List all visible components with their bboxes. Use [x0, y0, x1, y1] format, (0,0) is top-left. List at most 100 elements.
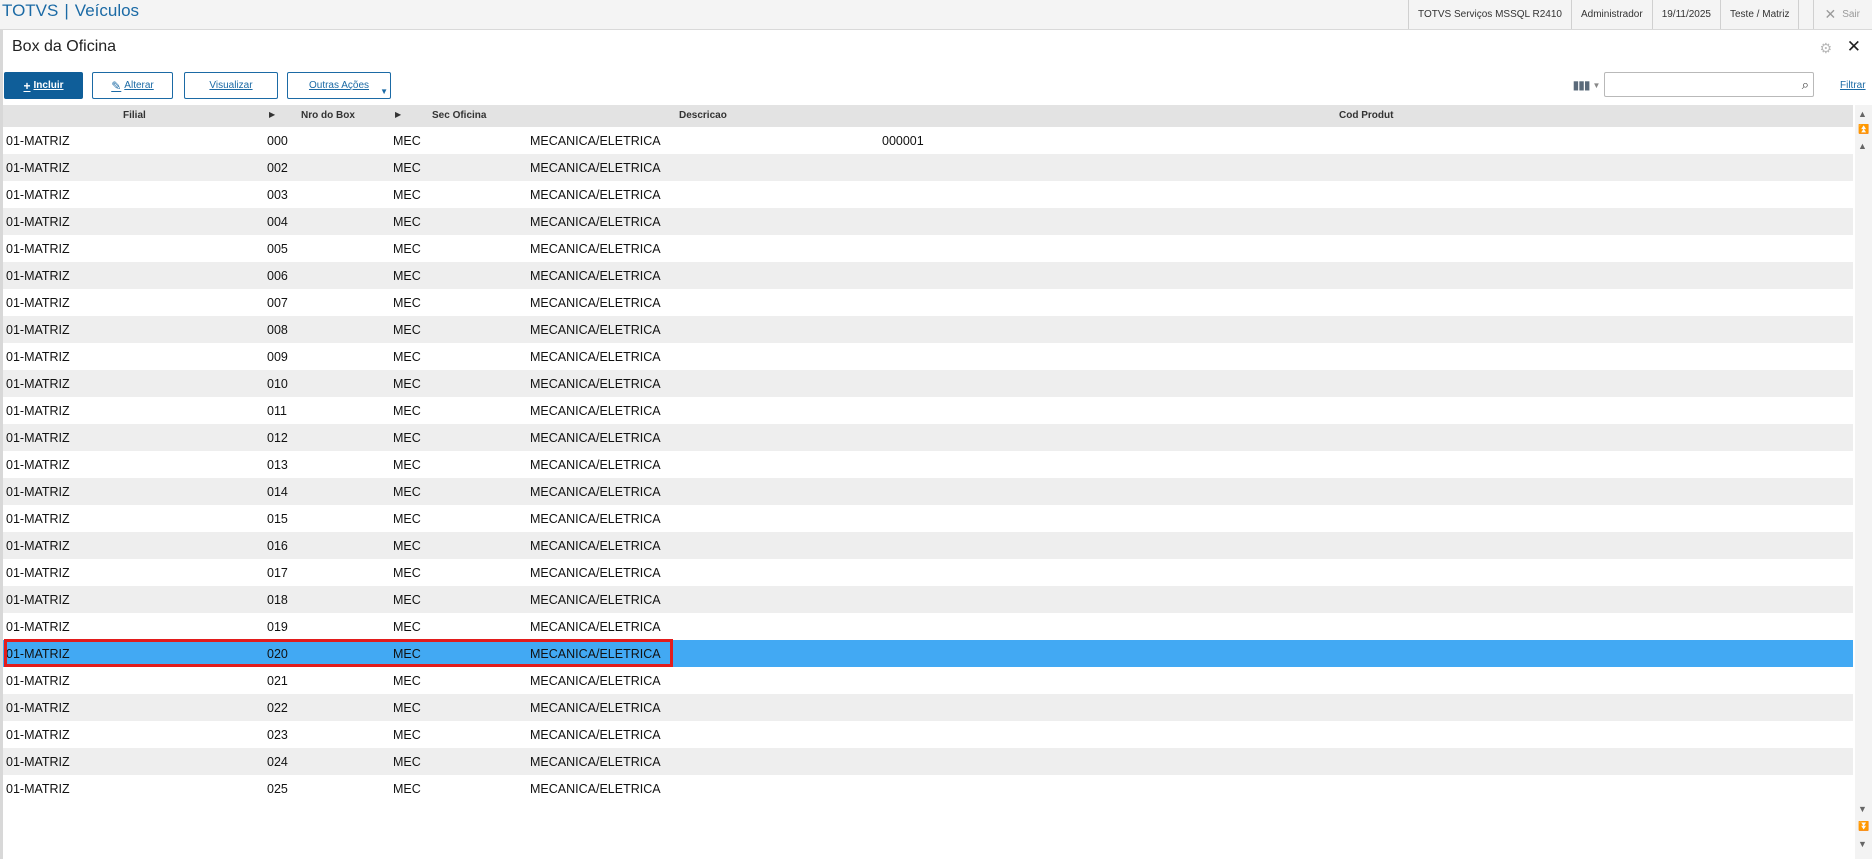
- cell-descricao: MECANICA/ELETRICA: [530, 323, 661, 337]
- table-row[interactable]: 01-MATRIZ 013 MEC MECANICA/ELETRICA: [3, 451, 1853, 478]
- column-header-descricao[interactable]: Descricao: [679, 110, 727, 121]
- cell-nro-box: 015: [267, 512, 288, 526]
- table-row[interactable]: 01-MATRIZ 007 MEC MECANICA/ELETRICA: [3, 289, 1853, 316]
- cell-nro-box: 008: [267, 323, 288, 337]
- table-row[interactable]: 01-MATRIZ 015 MEC MECANICA/ELETRICA: [3, 505, 1853, 532]
- table-row[interactable]: 01-MATRIZ 018 MEC MECANICA/ELETRICA: [3, 586, 1853, 613]
- cell-filial: 01-MATRIZ: [6, 566, 70, 580]
- filtrar-link[interactable]: Filtrar: [1840, 80, 1866, 91]
- column-header-sec-oficina[interactable]: Sec Oficina: [432, 110, 486, 121]
- cell-descricao: MECANICA/ELETRICA: [530, 674, 661, 688]
- module-name: Veículos: [74, 1, 140, 20]
- scroll-down-icon[interactable]: ▼: [1858, 804, 1867, 814]
- cell-sec-oficina: MEC: [393, 512, 421, 526]
- cell-descricao: MECANICA/ELETRICA: [530, 485, 661, 499]
- incluir-button[interactable]: + Incluir: [4, 72, 83, 99]
- sort-arrow-icon[interactable]: ▶: [395, 110, 401, 119]
- column-header-filial[interactable]: Filial: [123, 110, 146, 121]
- column-header-cod-produt[interactable]: Cod Produt: [1339, 110, 1393, 121]
- alterar-button[interactable]: ✎ Alterar: [92, 72, 173, 99]
- cell-nro-box: 019: [267, 620, 288, 634]
- scroll-up-icon[interactable]: ▲: [1858, 141, 1867, 151]
- table-row[interactable]: 01-MATRIZ 020 MEC MECANICA/ELETRICA: [3, 640, 1853, 667]
- table-row[interactable]: 01-MATRIZ 025 MEC MECANICA/ELETRICA: [3, 775, 1853, 802]
- table-row[interactable]: 01-MATRIZ 017 MEC MECANICA/ELETRICA: [3, 559, 1853, 586]
- scroll-bottom-icon[interactable]: ▼: [1858, 839, 1867, 849]
- scroll-page-down-icon[interactable]: ⏬: [1858, 821, 1869, 832]
- table-row[interactable]: 01-MATRIZ 023 MEC MECANICA/ELETRICA: [3, 721, 1853, 748]
- cell-sec-oficina: MEC: [393, 458, 421, 472]
- cell-sec-oficina: MEC: [393, 188, 421, 202]
- date-label[interactable]: 19/11/2025: [1651, 0, 1720, 29]
- cell-filial: 01-MATRIZ: [6, 755, 70, 769]
- sort-arrow-icon[interactable]: ▶: [269, 110, 275, 119]
- company-label[interactable]: Teste / Matriz: [1720, 0, 1798, 29]
- close-icon[interactable]: ✕: [1847, 37, 1861, 57]
- cell-descricao: MECANICA/ELETRICA: [530, 566, 661, 580]
- table-row[interactable]: 01-MATRIZ 016 MEC MECANICA/ELETRICA: [3, 532, 1853, 559]
- scroll-page-up-icon[interactable]: ⏫: [1858, 124, 1869, 135]
- search-input[interactable]: [1609, 74, 1793, 97]
- grid-body: 01-MATRIZ 000 MEC MECANICA/ELETRICA 000001 01…: [3, 127, 1853, 802]
- columns-toggle[interactable]: ▮▮▮ ▼: [1569, 74, 1604, 96]
- scroll-top-icon[interactable]: ▲: [1858, 109, 1867, 119]
- cell-descricao: MECANICA/ELETRICA: [530, 701, 661, 715]
- cell-descricao: MECANICA/ELETRICA: [530, 431, 661, 445]
- column-header-nro-box[interactable]: Nro do Box: [301, 110, 355, 121]
- table-row[interactable]: 01-MATRIZ 022 MEC MECANICA/ELETRICA: [3, 694, 1853, 721]
- session-info: TOTVS Serviços MSSQL R2410 Administrador…: [1408, 0, 1872, 29]
- cell-descricao: MECANICA/ELETRICA: [530, 620, 661, 634]
- cell-filial: 01-MATRIZ: [6, 296, 70, 310]
- table-row[interactable]: 01-MATRIZ 002 MEC MECANICA/ELETRICA: [3, 154, 1853, 181]
- table-row[interactable]: 01-MATRIZ 008 MEC MECANICA/ELETRICA: [3, 316, 1853, 343]
- cell-nro-box: 002: [267, 161, 288, 175]
- cell-filial: 01-MATRIZ: [6, 593, 70, 607]
- brand-name: TOTVS: [2, 1, 59, 20]
- cell-nro-box: 020: [267, 647, 288, 661]
- table-row[interactable]: 01-MATRIZ 006 MEC MECANICA/ELETRICA: [3, 262, 1853, 289]
- cell-sec-oficina: MEC: [393, 755, 421, 769]
- cell-nro-box: 018: [267, 593, 288, 607]
- incluir-label: Incluir: [33, 80, 64, 91]
- cell-descricao: MECANICA/ELETRICA: [530, 242, 661, 256]
- search-icon[interactable]: ⌕: [1802, 77, 1809, 93]
- table-row[interactable]: 01-MATRIZ 010 MEC MECANICA/ELETRICA: [3, 370, 1853, 397]
- grid-header: Filial ▶ Nro do Box ▶ Sec Oficina Descri…: [3, 105, 1853, 127]
- table-row[interactable]: 01-MATRIZ 014 MEC MECANICA/ELETRICA: [3, 478, 1853, 505]
- table-row[interactable]: 01-MATRIZ 005 MEC MECANICA/ELETRICA: [3, 235, 1853, 262]
- table-row[interactable]: 01-MATRIZ 003 MEC MECANICA/ELETRICA: [3, 181, 1853, 208]
- gear-icon[interactable]: ⚙: [1819, 40, 1832, 57]
- cell-filial: 01-MATRIZ: [6, 431, 70, 445]
- cell-descricao: MECANICA/ELETRICA: [530, 539, 661, 553]
- cell-nro-box: 007: [267, 296, 288, 310]
- table-row[interactable]: 01-MATRIZ 021 MEC MECANICA/ELETRICA: [3, 667, 1853, 694]
- plus-icon: +: [23, 78, 31, 93]
- cell-filial: 01-MATRIZ: [6, 485, 70, 499]
- cell-descricao: MECANICA/ELETRICA: [530, 188, 661, 202]
- cell-sec-oficina: MEC: [393, 782, 421, 796]
- table-row[interactable]: 01-MATRIZ 024 MEC MECANICA/ELETRICA: [3, 748, 1853, 775]
- cell-filial: 01-MATRIZ: [6, 269, 70, 283]
- table-row[interactable]: 01-MATRIZ 011 MEC MECANICA/ELETRICA: [3, 397, 1853, 424]
- table-row[interactable]: 01-MATRIZ 009 MEC MECANICA/ELETRICA: [3, 343, 1853, 370]
- title-separator: |: [64, 1, 69, 20]
- cell-filial: 01-MATRIZ: [6, 323, 70, 337]
- table-row[interactable]: 01-MATRIZ 004 MEC MECANICA/ELETRICA: [3, 208, 1853, 235]
- cell-nro-box: 021: [267, 674, 288, 688]
- vertical-scrollbar[interactable]: ▲ ⏫ ▲ ▼ ⏬ ▼: [1855, 105, 1872, 859]
- cell-filial: 01-MATRIZ: [6, 512, 70, 526]
- table-row[interactable]: 01-MATRIZ 012 MEC MECANICA/ELETRICA: [3, 424, 1853, 451]
- logout-button[interactable]: ✕ Sair: [1813, 0, 1872, 29]
- cell-descricao: MECANICA/ELETRICA: [530, 269, 661, 283]
- environment-label[interactable]: TOTVS Serviços MSSQL R2410: [1408, 0, 1571, 29]
- outras-acoes-button[interactable]: Outras Ações ▼: [287, 72, 391, 99]
- cell-descricao: MECANICA/ELETRICA: [530, 377, 661, 391]
- table-row[interactable]: 01-MATRIZ 000 MEC MECANICA/ELETRICA 000001: [3, 127, 1853, 154]
- search-field[interactable]: ⌕: [1604, 72, 1814, 97]
- cell-sec-oficina: MEC: [393, 620, 421, 634]
- cell-filial: 01-MATRIZ: [6, 350, 70, 364]
- user-label[interactable]: Administrador: [1570, 0, 1652, 29]
- cell-sec-oficina: MEC: [393, 647, 421, 661]
- table-row[interactable]: 01-MATRIZ 019 MEC MECANICA/ELETRICA: [3, 613, 1853, 640]
- visualizar-button[interactable]: Visualizar: [184, 72, 278, 99]
